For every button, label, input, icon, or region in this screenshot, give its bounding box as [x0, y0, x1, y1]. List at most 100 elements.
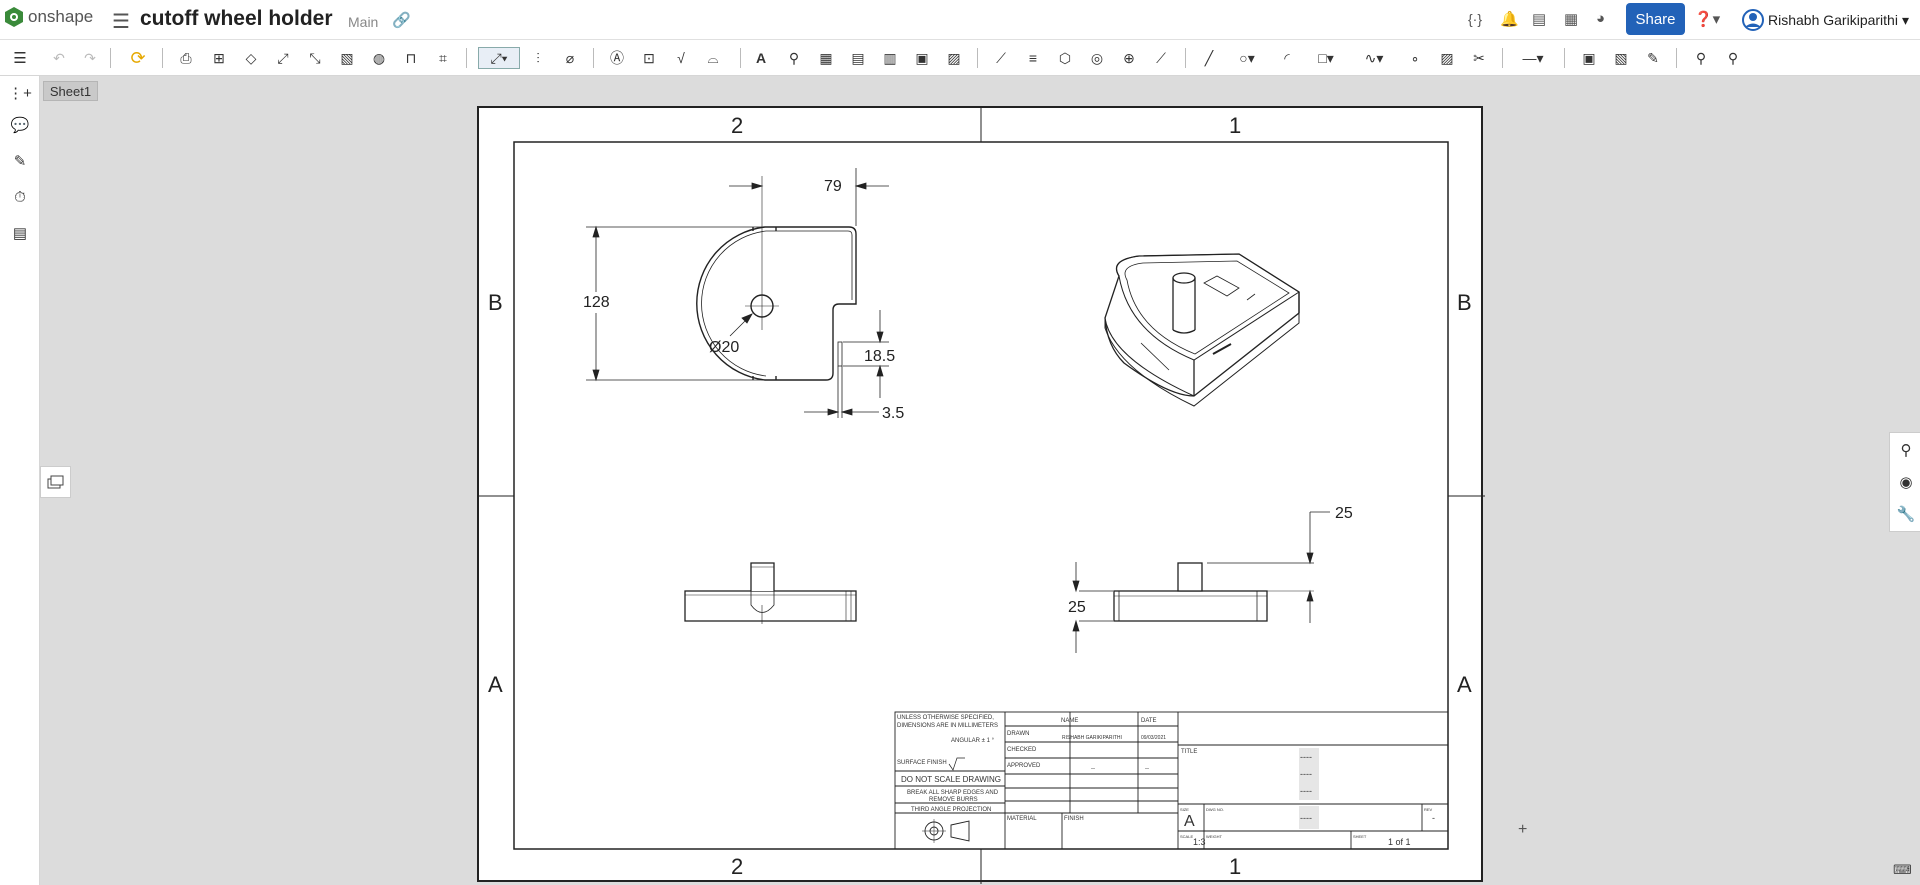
revision-table-icon[interactable]: ▣ [911, 47, 933, 69]
variables-icon[interactable]: {·} [1468, 11, 1482, 27]
spline-icon[interactable]: ∿▾ [1356, 47, 1392, 69]
keyboard-shortcuts-icon[interactable]: ⌨ [1893, 862, 1913, 880]
auxiliary-view-icon[interactable]: ◇ [240, 47, 262, 69]
drawing-canvas: 2 1 2 1 B A B A 79 128 Ø20 18.5 3.5 25 2… [479, 108, 1485, 884]
break-view-icon[interactable]: ⊓ [400, 47, 422, 69]
document-title[interactable]: cutoff wheel holder [140, 7, 333, 31]
user-menu[interactable]: Rishabh Garikiparithi ▾ [1742, 9, 1909, 31]
dimension-tool-icon[interactable]: ⤢▾ [478, 47, 520, 69]
insert-image-icon[interactable]: ▧ [1610, 47, 1632, 69]
app-store-icon[interactable]: ▦ [1564, 10, 1578, 28]
wrench-icon[interactable]: 🔧 [1894, 503, 1918, 525]
baseline-dimension-icon[interactable]: ⫶ [527, 47, 549, 69]
aligned-section-icon[interactable]: ⤡ [304, 47, 326, 69]
document-list-icon[interactable]: ▤ [1532, 10, 1546, 28]
tb-dwg-label: DWG NO. [1206, 807, 1224, 812]
datum-icon[interactable]: Ⓐ [606, 47, 628, 69]
centermark-icon[interactable]: ≡ [1022, 47, 1044, 69]
detail-view-icon[interactable]: ◍ [368, 47, 390, 69]
notifications-bell-icon[interactable]: 🔔 [1500, 10, 1519, 28]
tb-checked-label: CHECKED [1007, 747, 1037, 753]
broken-out-section-icon[interactable]: ▧ [336, 47, 358, 69]
tb-drawn-name: RISHABH GARIKIPARITHI [1062, 735, 1122, 741]
properties-icon[interactable]: ✎ [8, 150, 32, 172]
top-view-dimensions[interactable] [586, 168, 889, 418]
undo-icon[interactable]: ↶ [48, 47, 70, 69]
tb-scale-value: 1:3 [1193, 837, 1206, 847]
appearance-icon[interactable]: ◉ [1894, 471, 1918, 493]
section-view-icon[interactable]: ⤢ [272, 47, 294, 69]
ordinate-dimension-icon[interactable]: ⌀ [559, 47, 581, 69]
surface-finish-icon[interactable]: √ [670, 47, 692, 69]
callout-icon[interactable]: ⚲ [783, 47, 805, 69]
history-icon[interactable]: ⏱ [8, 186, 32, 208]
dim-height-128[interactable]: 128 [583, 294, 610, 311]
zone-bottom-2: 2 [731, 854, 743, 879]
tb-do-not-scale: DO NOT SCALE DRAWING [901, 775, 1001, 784]
dim-slot-height[interactable]: 18.5 [864, 348, 895, 365]
hatch-fill-icon[interactable]: ▨ [1436, 47, 1458, 69]
bolt-circle-icon[interactable]: ◎ [1086, 47, 1108, 69]
feature-list-icon[interactable]: ☰ [8, 47, 32, 69]
side-view[interactable] [1113, 562, 1268, 622]
dim-width-79[interactable]: 79 [824, 178, 842, 195]
arc-icon[interactable]: ◜ [1276, 47, 1298, 69]
zone-left-a: A [488, 672, 503, 697]
format-painter-icon[interactable]: ✎ [1642, 47, 1664, 69]
rectangle-icon[interactable]: □▾ [1308, 47, 1344, 69]
sheet-manager-icon[interactable] [40, 466, 71, 498]
export-dxf-icon[interactable]: ▣ [1578, 47, 1600, 69]
bom-icon[interactable]: ▤ [8, 222, 32, 244]
isometric-view[interactable] [1104, 253, 1300, 407]
hole-table-icon[interactable]: ▥ [879, 47, 901, 69]
trim-icon[interactable]: ✂ [1468, 47, 1490, 69]
branch-name[interactable]: Main [348, 14, 378, 30]
point-to-point-icon[interactable]: ⟋ [1150, 47, 1172, 69]
projected-view-icon[interactable]: ⊞ [208, 47, 230, 69]
inspection-icon[interactable]: ⚲ [1690, 47, 1712, 69]
tb-date-header: DATE [1141, 718, 1157, 724]
tb-drawn-date: 09/03/2021 [1141, 735, 1166, 741]
centerline-icon[interactable]: ⟋ [990, 47, 1012, 69]
hatch-icon[interactable]: ⬡ [1054, 47, 1076, 69]
comments-icon[interactable]: 💬 [8, 114, 32, 136]
add-feature-icon[interactable]: ⋮+ [8, 82, 32, 104]
crop-view-icon[interactable]: ⌗ [432, 47, 454, 69]
dim-base-height-25[interactable]: 25 [1068, 599, 1086, 616]
link-icon[interactable]: 🔗 [392, 11, 411, 29]
tb-projection: THIRD ANGLE PROJECTION [911, 807, 991, 813]
dim-hole-diameter[interactable]: Ø20 [709, 339, 739, 356]
insert-view-icon[interactable]: ⎙ [175, 47, 197, 69]
inspection-settings-icon[interactable]: ⚲ [1722, 47, 1744, 69]
tb-notes-line2: DIMENSIONS ARE IN MILLIMETERS [897, 723, 998, 729]
dim-pin-height-25[interactable]: 25 [1335, 505, 1353, 522]
front-view[interactable] [684, 562, 857, 624]
hamburger-menu-icon[interactable]: ☰ [112, 9, 130, 34]
line-style-icon[interactable]: —▾ [1515, 47, 1551, 69]
dim-slot-width[interactable]: 3.5 [882, 405, 904, 422]
tb-finish-label: FINISH [1064, 816, 1084, 822]
bom-table-icon[interactable]: ▤ [847, 47, 869, 69]
onshape-logo[interactable]: onshape [4, 6, 93, 28]
share-button[interactable]: Share [1626, 3, 1685, 35]
redo-icon[interactable]: ↷ [79, 47, 101, 69]
circle-icon[interactable]: ○▾ [1230, 47, 1264, 69]
point-icon[interactable]: ∘ [1404, 47, 1426, 69]
update-icon[interactable]: ⟳ [127, 47, 149, 69]
sheet-tab[interactable]: Sheet1 [43, 81, 98, 101]
drawing-sheet[interactable]: 2 1 2 1 B A B A 79 128 Ø20 18.5 3.5 25 2… [477, 106, 1485, 884]
weld-symbol-icon[interactable]: ⌓ [702, 47, 724, 69]
line-icon[interactable]: ╱ [1198, 47, 1220, 69]
learning-center-icon[interactable]: ◕ [1596, 10, 1605, 27]
tb-drawn-label: DRAWN [1007, 731, 1029, 737]
center-mark-icon[interactable]: ⊕ [1118, 47, 1140, 69]
tb-weight-label: WEIGHT [1206, 834, 1223, 839]
feature-control-frame-icon[interactable]: ⊡ [638, 47, 660, 69]
inspection-table-icon[interactable]: ▨ [943, 47, 965, 69]
note-icon[interactable]: A [750, 47, 772, 69]
table-icon[interactable]: ▦ [815, 47, 837, 69]
cursor-crosshair-icon: + [1518, 821, 1528, 838]
help-icon[interactable]: ❓▾ [1694, 10, 1720, 28]
inspect-tool-icon[interactable]: ⚲ [1894, 439, 1918, 461]
zone-left-b: B [488, 290, 503, 315]
